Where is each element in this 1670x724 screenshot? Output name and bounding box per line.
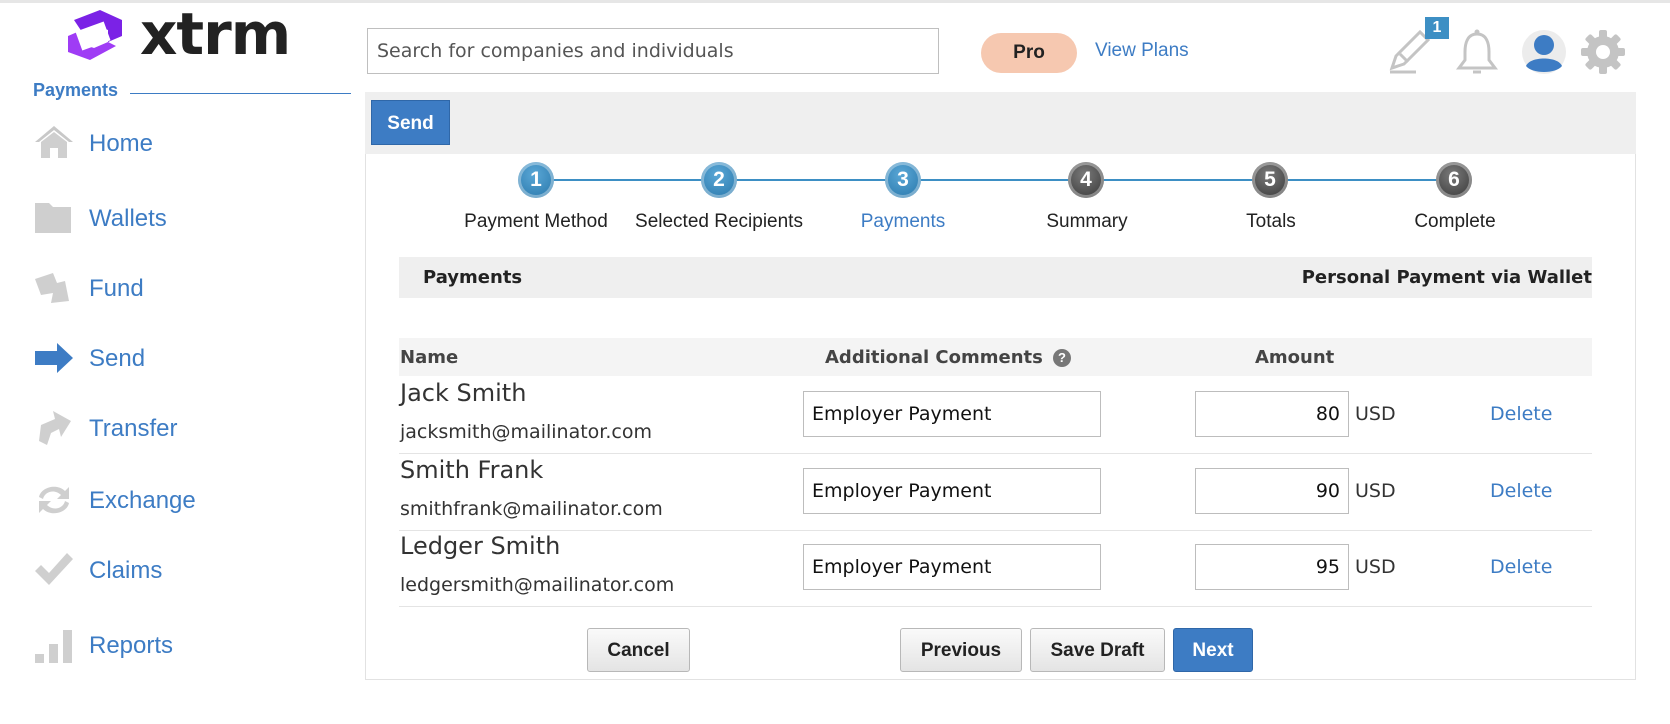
user-avatar-icon[interactable]	[1520, 28, 1568, 76]
folder-icon	[35, 203, 71, 233]
currency-label: USD	[1355, 556, 1396, 578]
sidebar-section-title: Payments	[33, 80, 351, 104]
step-1-label: Payment Method	[464, 211, 608, 232]
column-header-comments: Additional Comments	[825, 347, 1043, 368]
delete-link[interactable]: Delete	[1490, 480, 1552, 502]
delete-link[interactable]: Delete	[1490, 403, 1552, 425]
cancel-button[interactable]: Cancel	[587, 628, 690, 672]
sidebar-item-exchange[interactable]: Exchange	[33, 479, 333, 523]
fund-arrow-icon	[35, 273, 69, 303]
sidebar-item-label: Claims	[89, 557, 163, 584]
sidebar-item-label: Transfer	[89, 415, 178, 442]
column-header-name: Name	[400, 347, 459, 368]
notes-count-badge: 1	[1425, 17, 1449, 39]
step-connector	[1272, 179, 1456, 181]
step-2-marker: 2	[701, 162, 737, 198]
step-5-label: Totals	[1246, 211, 1296, 232]
step-4-marker: 4	[1068, 162, 1104, 198]
sidebar-item-label: Fund	[89, 275, 144, 302]
send-arrow-icon	[35, 343, 73, 373]
home-icon	[35, 126, 73, 158]
gear-icon[interactable]	[1579, 28, 1627, 76]
sidebar-item-label: Reports	[89, 632, 174, 659]
step-2-label: Selected Recipients	[635, 211, 803, 232]
brand-logo[interactable]: xtrm	[64, 0, 304, 68]
recipient-email: ledgersmith@mailinator.com	[400, 574, 675, 596]
table-row: Ledger Smith ledgersmith@mailinator.com …	[399, 530, 1592, 607]
recipient-email: jacksmith@mailinator.com	[400, 421, 652, 443]
table-row: Smith Frank smithfrank@mailinator.com Em…	[399, 454, 1592, 531]
xtrm-logo-icon	[68, 10, 122, 60]
step-connector	[904, 179, 1088, 181]
help-icon[interactable]: ?	[1053, 349, 1071, 367]
step-3-marker: 3	[885, 162, 921, 198]
currency-label: USD	[1355, 403, 1396, 425]
comment-input[interactable]: Employer Payment	[803, 391, 1101, 437]
sidebar-item-send[interactable]: Send	[33, 337, 333, 381]
comment-input[interactable]: Employer Payment	[803, 468, 1101, 514]
step-1-marker: 1	[518, 162, 554, 198]
bell-icon[interactable]	[1455, 28, 1499, 76]
step-6-marker: 6	[1436, 162, 1472, 198]
sidebar-item-transfer[interactable]: Transfer	[33, 407, 333, 451]
sidebar-item-reports[interactable]: Reports	[33, 624, 333, 668]
recipient-name: Jack Smith	[400, 379, 527, 407]
step-3-label: Payments	[860, 211, 946, 232]
recipient-name: Ledger Smith	[400, 532, 561, 560]
sidebar-item-label: Send	[89, 345, 146, 372]
checkmark-icon	[35, 553, 73, 585]
bar-chart-icon	[35, 630, 72, 663]
sidebar-item-label: Wallets	[89, 205, 167, 232]
recipient-name: Smith Frank	[400, 456, 544, 484]
save-draft-button[interactable]: Save Draft	[1030, 628, 1165, 672]
amount-input[interactable]: 90	[1195, 468, 1349, 514]
exchange-icon	[39, 486, 69, 514]
send-tab-button[interactable]: Send	[371, 100, 450, 145]
comment-input[interactable]: Employer Payment	[803, 544, 1101, 590]
column-header-amount: Amount	[1255, 347, 1335, 368]
step-connector	[536, 179, 720, 181]
step-6-label: Complete	[1414, 211, 1496, 232]
table-row: Jack Smith jacksmith@mailinator.com Empl…	[399, 377, 1592, 454]
search-input[interactable]: Search for companies and individuals	[367, 28, 939, 74]
next-button[interactable]: Next	[1173, 628, 1253, 672]
step-5-marker: 5	[1252, 162, 1288, 198]
delete-link[interactable]: Delete	[1490, 556, 1552, 578]
brand-name: xtrm	[140, 0, 291, 68]
panel-toolbar	[365, 92, 1636, 154]
sidebar-item-label: Exchange	[89, 487, 196, 514]
sidebar-item-claims[interactable]: Claims	[33, 549, 333, 593]
currency-label: USD	[1355, 480, 1396, 502]
step-connector	[1088, 179, 1272, 181]
step-connector	[720, 179, 904, 181]
payment-method-label: Personal Payment via Wallet	[1301, 267, 1592, 288]
amount-input[interactable]: 95	[1195, 544, 1349, 590]
section-title: Payments	[423, 267, 523, 288]
recipient-email: smithfrank@mailinator.com	[400, 498, 663, 520]
amount-input[interactable]: 80	[1195, 391, 1349, 437]
previous-button[interactable]: Previous	[900, 628, 1022, 672]
plan-badge[interactable]: Pro	[981, 33, 1077, 73]
sidebar-item-fund[interactable]: Fund	[33, 267, 333, 311]
sidebar-item-home[interactable]: Home	[33, 122, 333, 166]
transfer-arrow-icon	[39, 411, 71, 445]
sidebar-item-wallets[interactable]: Wallets	[33, 197, 333, 241]
sidebar-item-label: Home	[89, 130, 154, 157]
step-4-label: Summary	[1046, 211, 1128, 232]
sidebar-section-label: Payments	[33, 80, 131, 100]
view-plans-link[interactable]: View Plans	[1095, 40, 1189, 62]
